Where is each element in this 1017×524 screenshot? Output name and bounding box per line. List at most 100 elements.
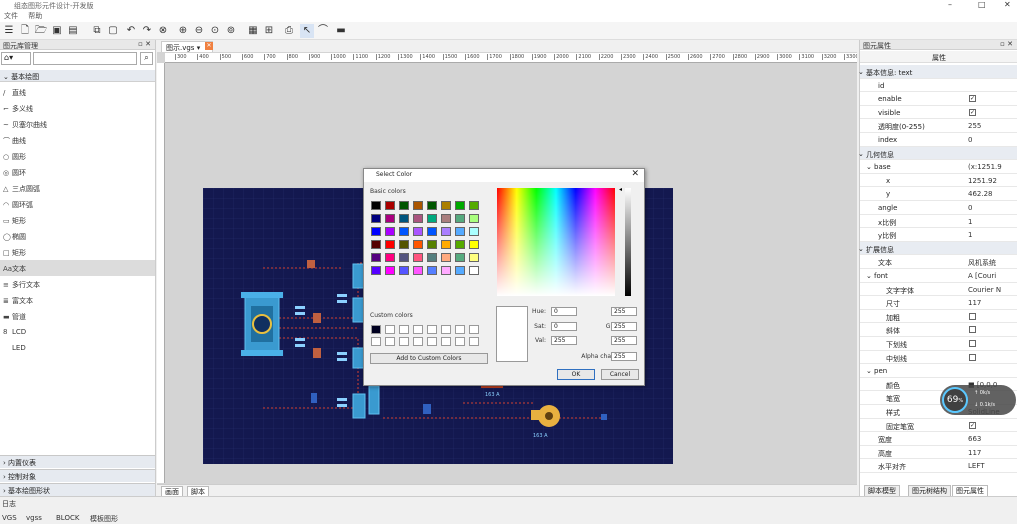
property-row[interactable]: 下划线 [860, 337, 1017, 351]
custom-color-swatch[interactable] [441, 337, 451, 346]
center-icon[interactable]: ⊞ [262, 24, 276, 38]
property-row[interactable]: 文字字体 Courier N [860, 283, 1017, 297]
property-checkbox[interactable] [969, 312, 976, 320]
alpha-spinbox[interactable]: 255 [611, 352, 637, 361]
basic-color-swatch[interactable] [413, 240, 423, 249]
basic-color-swatch[interactable] [455, 266, 465, 275]
basic-color-swatch[interactable] [399, 266, 409, 275]
basic-color-swatch[interactable] [371, 227, 381, 236]
val-spinbox[interactable]: 255 [551, 336, 577, 345]
property-value[interactable]: LEFT [968, 462, 1016, 470]
library-item[interactable]: LED [0, 340, 155, 356]
basic-color-swatch[interactable] [385, 253, 395, 262]
basic-color-swatch[interactable] [455, 214, 465, 223]
library-item[interactable]: ◯椭圆 [0, 228, 155, 244]
new-file-icon[interactable]: 🗋 [18, 24, 32, 38]
property-row[interactable]: angle 0 [860, 201, 1017, 215]
save-as-icon[interactable]: ▤ [66, 24, 80, 38]
section-basic-drawing[interactable]: ⌄ 基本绘图 [0, 70, 155, 82]
basic-color-swatch[interactable] [469, 214, 479, 223]
property-row[interactable]: visible ✓ [860, 106, 1017, 120]
custom-color-swatch[interactable] [371, 325, 381, 334]
property-row[interactable]: y比例 1 [860, 228, 1017, 242]
custom-color-swatch[interactable] [469, 325, 479, 334]
library-item[interactable]: ⌐ 多义线 [0, 100, 155, 116]
basic-color-swatch[interactable] [385, 201, 395, 210]
library-section[interactable]: › 内置仪表 [0, 455, 155, 468]
basic-color-swatch[interactable] [413, 201, 423, 210]
custom-color-swatch[interactable] [427, 337, 437, 346]
custom-color-swatch[interactable] [371, 337, 381, 346]
property-row[interactable]: 水平对齐 LEFT [860, 459, 1017, 473]
property-checkbox[interactable]: ✓ [969, 108, 976, 116]
menu-icon[interactable]: ☰ [2, 24, 16, 38]
custom-color-swatch[interactable] [399, 325, 409, 334]
basic-color-swatch[interactable] [413, 253, 423, 262]
expand-arrow-icon[interactable]: ⌄ [866, 367, 872, 375]
copy-icon[interactable]: ⧉ [90, 24, 104, 38]
hue-saturation-picker[interactable] [497, 188, 615, 296]
basic-color-swatch[interactable] [455, 253, 465, 262]
blue-spinbox[interactable]: 255 [611, 336, 637, 345]
basic-color-swatch[interactable] [469, 253, 479, 262]
basic-color-swatch[interactable] [441, 227, 451, 236]
delete-icon[interactable]: ⊗ [156, 24, 170, 38]
property-row[interactable]: index 0 [860, 133, 1017, 147]
basic-color-swatch[interactable] [441, 240, 451, 249]
basic-color-swatch[interactable] [469, 266, 479, 275]
basic-color-swatch[interactable] [427, 240, 437, 249]
basic-color-swatch[interactable] [413, 227, 423, 236]
expand-arrow-icon[interactable]: ⌄ [866, 163, 872, 171]
basic-color-swatch[interactable] [399, 253, 409, 262]
library-item[interactable]: Aa文本 [0, 260, 155, 276]
property-row[interactable]: 透明度(0-255) 255 [860, 119, 1017, 133]
basic-color-swatch[interactable] [371, 266, 381, 275]
property-value[interactable]: 255 [968, 122, 1016, 130]
library-item[interactable]: ≡ 多行文本 [0, 276, 155, 292]
library-filter-combo[interactable]: ⌂▾ [1, 52, 31, 65]
property-checkbox[interactable] [969, 326, 976, 334]
basic-color-swatch[interactable] [427, 227, 437, 236]
cancel-button[interactable]: Cancel [601, 369, 639, 380]
library-section[interactable]: › 控制对象 [0, 469, 155, 482]
hue-spinbox[interactable]: 0 [551, 307, 577, 316]
custom-color-swatch[interactable] [469, 337, 479, 346]
property-checkbox[interactable]: ✓ [969, 421, 976, 429]
expand-arrow-icon[interactable]: ⌄ [858, 245, 864, 253]
close-button[interactable]: ✕ [1004, 0, 1011, 9]
dialog-close-icon[interactable]: ✕ [631, 169, 639, 179]
log-tab-vgss[interactable]: vgss [26, 514, 42, 522]
redo-icon[interactable]: ↷ [140, 24, 154, 38]
custom-color-swatch[interactable] [413, 325, 423, 334]
property-row[interactable]: 文本 风机系统 [860, 255, 1017, 269]
property-value[interactable]: 风机系统 [968, 258, 1016, 268]
minimize-button[interactable]: – [948, 0, 952, 9]
sat-spinbox[interactable]: 0 [551, 322, 577, 331]
library-item[interactable]: ▬ 管道 [0, 308, 155, 324]
curve-tool-icon[interactable]: ⌒ [316, 24, 330, 38]
maximize-button[interactable]: □ [978, 0, 986, 9]
property-value[interactable]: 1 [968, 231, 1016, 239]
log-tab-block[interactable]: BLOCK [56, 514, 79, 522]
property-value[interactable]: 117 [968, 449, 1016, 457]
basic-color-swatch[interactable] [385, 227, 395, 236]
basic-color-swatch[interactable] [413, 266, 423, 275]
basic-color-swatch[interactable] [399, 227, 409, 236]
property-row[interactable]: ⌄ 几何信息 [858, 146, 1017, 161]
menu-help[interactable]: 帮助 [24, 10, 46, 21]
library-item[interactable]: / 直线 [0, 84, 155, 100]
basic-color-swatch[interactable] [399, 240, 409, 249]
property-row[interactable]: 宽度 663 [860, 432, 1017, 446]
property-checkbox[interactable]: ✓ [969, 95, 976, 103]
property-value[interactable]: 1251.92 [968, 177, 1016, 185]
property-value[interactable]: 462.28 [968, 190, 1016, 198]
library-item[interactable]: ≣ 富文本 [0, 292, 155, 308]
search-icon[interactable]: ⌕ [140, 52, 153, 65]
pointer-icon[interactable]: ↖ [300, 24, 314, 38]
property-row[interactable]: ⌄ 基本信息: text [858, 65, 1017, 79]
library-item[interactable]: ◠ 圆环弧 [0, 196, 155, 212]
green-spinbox[interactable]: 255 [611, 322, 637, 331]
property-row[interactable]: 中划线 [860, 351, 1017, 365]
expand-arrow-icon[interactable]: ⌄ [866, 272, 872, 280]
property-row[interactable]: 尺寸 117 [860, 296, 1017, 310]
